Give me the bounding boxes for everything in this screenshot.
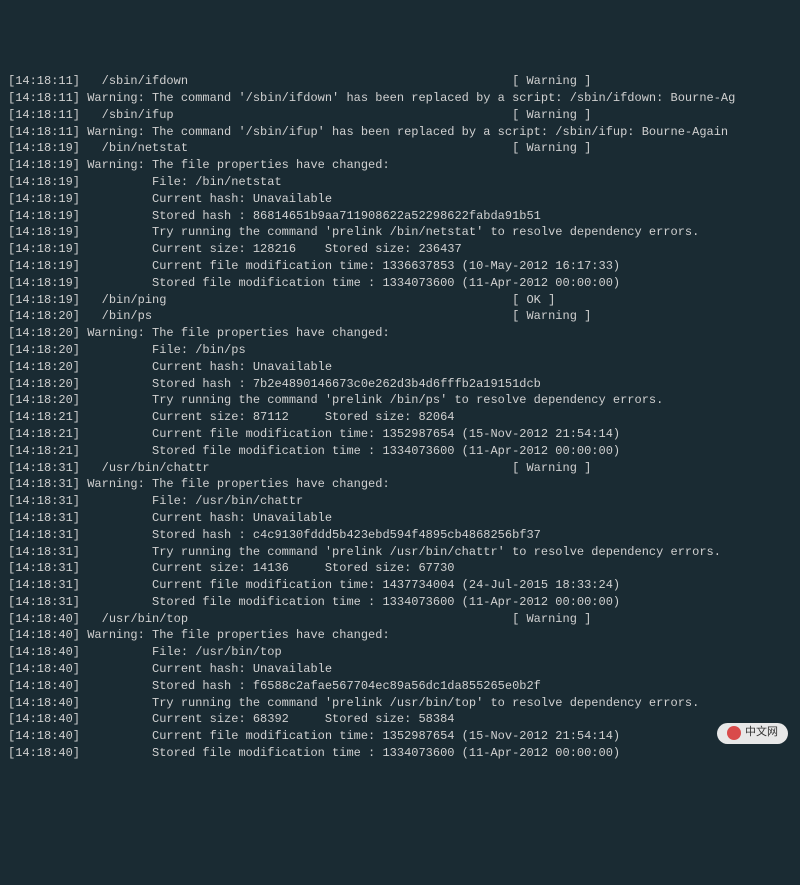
log-line: [14:18:19] Stored hash : 86814651b9aa711… <box>8 208 792 225</box>
log-line: [14:18:20] Try running the command 'prel… <box>8 392 792 409</box>
log-line: [14:18:20] Warning: The file properties … <box>8 325 792 342</box>
log-line: [14:18:11] Warning: The command '/sbin/i… <box>8 90 792 107</box>
log-line: [14:18:19] /bin/netstat [ Warning ] <box>8 140 792 157</box>
log-line: [14:18:19] /bin/ping [ OK ] <box>8 292 792 309</box>
log-line: [14:18:21] Stored file modification time… <box>8 443 792 460</box>
log-line: [14:18:40] Current size: 68392 Stored si… <box>8 711 792 728</box>
log-line: [14:18:31] Warning: The file properties … <box>8 476 792 493</box>
log-line: [14:18:19] Try running the command 'prel… <box>8 224 792 241</box>
log-line: [14:18:31] Current size: 14136 Stored si… <box>8 560 792 577</box>
log-line: [14:18:11] /sbin/ifdown [ Warning ] <box>8 73 792 90</box>
log-line: [14:18:40] Try running the command 'prel… <box>8 695 792 712</box>
log-line: [14:18:40] Current file modification tim… <box>8 728 792 745</box>
log-line: [14:18:19] Warning: The file properties … <box>8 157 792 174</box>
watermark-text: 中文网 <box>745 726 778 741</box>
log-line: [14:18:40] Stored file modification time… <box>8 745 792 762</box>
log-line: [14:18:19] Current size: 128216 Stored s… <box>8 241 792 258</box>
log-line: [14:18:11] Warning: The command '/sbin/i… <box>8 124 792 141</box>
log-line: [14:18:20] Current hash: Unavailable <box>8 359 792 376</box>
log-line: [14:18:31] Stored hash : c4c9130fddd5b42… <box>8 527 792 544</box>
log-line: [14:18:19] Current hash: Unavailable <box>8 191 792 208</box>
log-line: [14:18:40] /usr/bin/top [ Warning ] <box>8 611 792 628</box>
log-line: [14:18:31] Stored file modification time… <box>8 594 792 611</box>
log-line: [14:18:40] Warning: The file properties … <box>8 627 792 644</box>
log-line: [14:18:40] Current hash: Unavailable <box>8 661 792 678</box>
terminal-output: [14:18:11] /sbin/ifdown [ Warning ][14:1… <box>8 73 792 762</box>
log-line: [14:18:19] Current file modification tim… <box>8 258 792 275</box>
log-line: [14:18:31] File: /usr/bin/chattr <box>8 493 792 510</box>
watermark-badge: 中文网 <box>717 723 788 744</box>
log-line: [14:18:40] Stored hash : f6588c2afae5677… <box>8 678 792 695</box>
watermark-icon <box>727 726 741 740</box>
log-line: [14:18:21] Current size: 87112 Stored si… <box>8 409 792 426</box>
log-line: [14:18:31] Current hash: Unavailable <box>8 510 792 527</box>
log-line: [14:18:31] /usr/bin/chattr [ Warning ] <box>8 460 792 477</box>
log-line: [14:18:31] Try running the command 'prel… <box>8 544 792 561</box>
log-line: [14:18:20] /bin/ps [ Warning ] <box>8 308 792 325</box>
log-line: [14:18:19] Stored file modification time… <box>8 275 792 292</box>
log-line: [14:18:19] File: /bin/netstat <box>8 174 792 191</box>
log-line: [14:18:11] /sbin/ifup [ Warning ] <box>8 107 792 124</box>
log-line: [14:18:31] Current file modification tim… <box>8 577 792 594</box>
log-line: [14:18:21] Current file modification tim… <box>8 426 792 443</box>
log-line: [14:18:40] File: /usr/bin/top <box>8 644 792 661</box>
log-line: [14:18:20] Stored hash : 7b2e4890146673c… <box>8 376 792 393</box>
log-line: [14:18:20] File: /bin/ps <box>8 342 792 359</box>
